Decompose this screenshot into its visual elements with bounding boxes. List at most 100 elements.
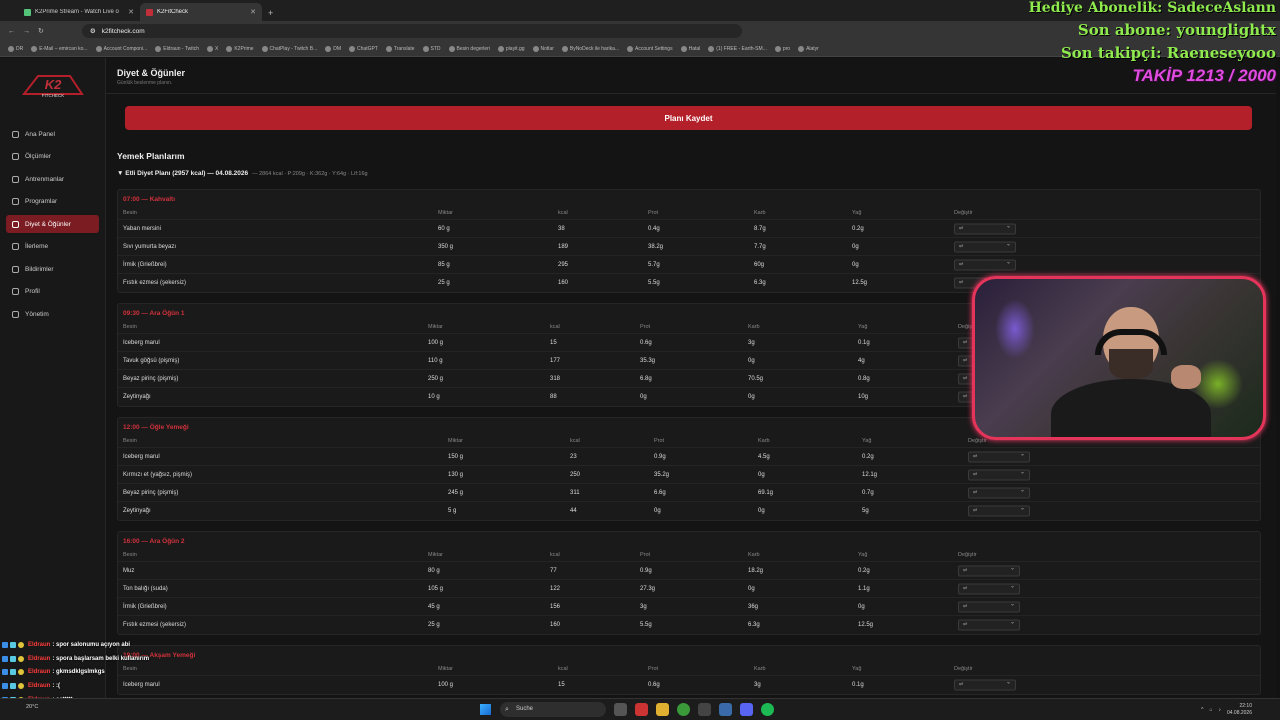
- bookmark-item[interactable]: K2Prime: [226, 45, 254, 52]
- replace-food-select[interactable]: ⇄: [968, 450, 1030, 462]
- forward-icon[interactable]: →: [23, 28, 30, 35]
- replace-food-select[interactable]: ⇄: [958, 582, 1020, 594]
- bookmark-item[interactable]: Alatyr: [798, 45, 819, 52]
- svg-text:K2: K2: [45, 77, 62, 92]
- replace-food-select[interactable]: ⇄: [954, 679, 1016, 691]
- replace-food-select[interactable]: ⇄: [958, 619, 1020, 631]
- steam-icon[interactable]: [719, 703, 732, 716]
- nutrient-value: 4g: [858, 357, 865, 364]
- nutrient-value: 7.7g: [754, 243, 766, 250]
- sidebar-item-bildirimler[interactable]: Bildirimler: [6, 260, 99, 278]
- bookmark-item[interactable]: DR: [8, 45, 23, 52]
- save-plan-button[interactable]: Planı Kaydet: [125, 106, 1252, 130]
- bookmark-item[interactable]: Translate: [385, 45, 415, 52]
- browser-tab-k2fitcheck[interactable]: K2FitCheck ✕: [140, 3, 262, 21]
- mod-badge-icon: [2, 641, 8, 648]
- task-view-icon[interactable]: [614, 703, 627, 716]
- table-row: Ton balığı (suda) 105 g 122 27.3g 0g 1.1g ⇄: [118, 580, 1260, 598]
- tray-arrow-icon[interactable]: ^: [1201, 707, 1203, 713]
- nutrient-value: 5.7g: [648, 261, 660, 268]
- obs-icon[interactable]: [635, 703, 648, 716]
- bookmark-item[interactable]: (1) FREE - Earth-SM...: [708, 45, 767, 52]
- bookmark-icon: [207, 45, 213, 52]
- bookmark-item[interactable]: Besin degerleri: [448, 45, 490, 52]
- column-header: kcal: [570, 437, 580, 444]
- replace-food-select[interactable]: ⇄: [954, 240, 1016, 252]
- bookmark-item[interactable]: Eldraun - Twitch: [155, 45, 199, 52]
- nutrient-value: 70.5g: [748, 375, 764, 382]
- sidebar-item-i-lerleme[interactable]: İlerleme: [6, 238, 99, 256]
- close-tab-icon[interactable]: ✕: [250, 8, 256, 16]
- replace-food-select[interactable]: ⇄: [968, 468, 1030, 480]
- chrome-icon[interactable]: [677, 703, 690, 716]
- replace-food-select[interactable]: ⇄: [954, 258, 1016, 270]
- bookmark-item[interactable]: E-Mail – emircan ko...: [31, 45, 88, 52]
- terminal-icon[interactable]: [698, 703, 711, 716]
- bookmark-item[interactable]: pro: [774, 45, 790, 52]
- mod-badge-icon: [2, 682, 8, 689]
- new-tab-icon[interactable]: +: [268, 8, 273, 18]
- weather-widget[interactable]: 20°C: [26, 704, 38, 710]
- nutrient-value: 0g: [758, 508, 765, 514]
- nutrient-value: 0g: [852, 261, 859, 268]
- table-row: Kırmızı et (yağsız, pişmiş) 130 g 250 35.2g…: [118, 466, 1260, 484]
- replace-food-select[interactable]: ⇄: [958, 600, 1020, 612]
- back-icon[interactable]: ←: [8, 28, 15, 35]
- column-header: Prot: [640, 323, 651, 330]
- sidebar-item-y-netim[interactable]: Yönetim: [6, 305, 99, 323]
- table-row: Fıstık ezmesi (şekersiz) 25 g 160 5.5g 6.3g 1…: [118, 616, 1260, 634]
- sidebar-item--l-mler[interactable]: Ölçümler: [6, 148, 99, 166]
- sidebar-item-profil[interactable]: Profil: [6, 283, 99, 301]
- replace-food-select[interactable]: ⇄: [968, 505, 1030, 517]
- taskbar-search[interactable]: ⌕ Suche: [500, 702, 606, 717]
- vip-badge-icon: [10, 655, 16, 662]
- clock[interactable]: 22:10 04.08.2026: [1227, 703, 1252, 716]
- sidebar-item-diyet-nler[interactable]: Diyet & Öğünler: [6, 215, 99, 233]
- nutrient-value: 36g: [748, 603, 759, 610]
- spotify-icon[interactable]: [761, 703, 774, 716]
- replace-food-select[interactable]: ⇄: [954, 222, 1016, 234]
- close-tab-icon[interactable]: ✕: [128, 8, 134, 16]
- sidebar-item-ana-panel[interactable]: Ana Panel: [6, 125, 99, 143]
- bookmark-item[interactable]: DM: [325, 45, 341, 52]
- discord-icon[interactable]: [740, 703, 753, 716]
- column-header: Besin: [123, 323, 137, 330]
- bookmark-icon: [261, 45, 268, 52]
- site-info-icon[interactable]: ⚙: [90, 27, 96, 35]
- volume-icon[interactable]: ♪: [1218, 707, 1221, 713]
- nutrient-value: 15: [550, 339, 557, 346]
- replace-food-select[interactable]: ⇄: [958, 564, 1020, 576]
- nutrient-value: 0g: [748, 394, 755, 400]
- nutrient-value: 27.3g: [640, 585, 656, 592]
- chat-message: Eldraun: spor salonumu açıyon abi: [2, 638, 222, 652]
- bookmark-item[interactable]: ByNoDeck ile harika...: [561, 45, 619, 52]
- browser-tab-k2prime[interactable]: K2Prime Stream - Watch Live o ✕: [18, 3, 140, 21]
- bookmark-icon: [798, 45, 805, 52]
- bookmark-item[interactable]: ChatGPT: [349, 45, 378, 52]
- bookmark-item[interactable]: Account Componi...: [95, 45, 147, 52]
- column-header: Değiştir: [954, 209, 973, 216]
- column-header: Prot: [648, 665, 659, 672]
- bookmark-item[interactable]: playit.gg: [497, 45, 525, 52]
- bookmark-item[interactable]: X: [207, 45, 218, 52]
- plan-toggle[interactable]: ▼ Etli Diyet Planı (2957 kcal) — 04.08.2…: [117, 170, 368, 177]
- sidebar-item-antrenmanlar[interactable]: Antrenmanlar: [6, 170, 99, 188]
- food-name: Ton balığı (suda): [123, 585, 168, 592]
- k2-fitcheck-logo[interactable]: K2 FITCHECK: [18, 70, 88, 100]
- bookmark-item[interactable]: Account Settings: [627, 45, 673, 52]
- nutrient-value: 12.5g: [852, 280, 868, 286]
- nutrient-value: 12.1g: [862, 471, 878, 478]
- bookmark-item[interactable]: Notlar: [532, 45, 554, 52]
- bookmark-item[interactable]: ChatPlay - Twitch B...: [261, 45, 317, 52]
- sidebar-item-programlar[interactable]: Programlar: [6, 193, 99, 211]
- bookmark-item[interactable]: STD: [422, 45, 441, 52]
- address-bar[interactable]: ⚙ k2fitcheck.com: [81, 24, 742, 38]
- user-icon: [12, 288, 19, 295]
- start-button[interactable]: [480, 704, 491, 715]
- file-explorer-icon[interactable]: [656, 703, 669, 716]
- reload-icon[interactable]: ↻: [38, 27, 44, 35]
- replace-food-select[interactable]: ⇄: [968, 486, 1030, 498]
- network-icon[interactable]: ⌂: [1209, 707, 1212, 713]
- nutrient-value: 45 g: [428, 603, 440, 610]
- bookmark-item[interactable]: Hatal: [680, 45, 700, 52]
